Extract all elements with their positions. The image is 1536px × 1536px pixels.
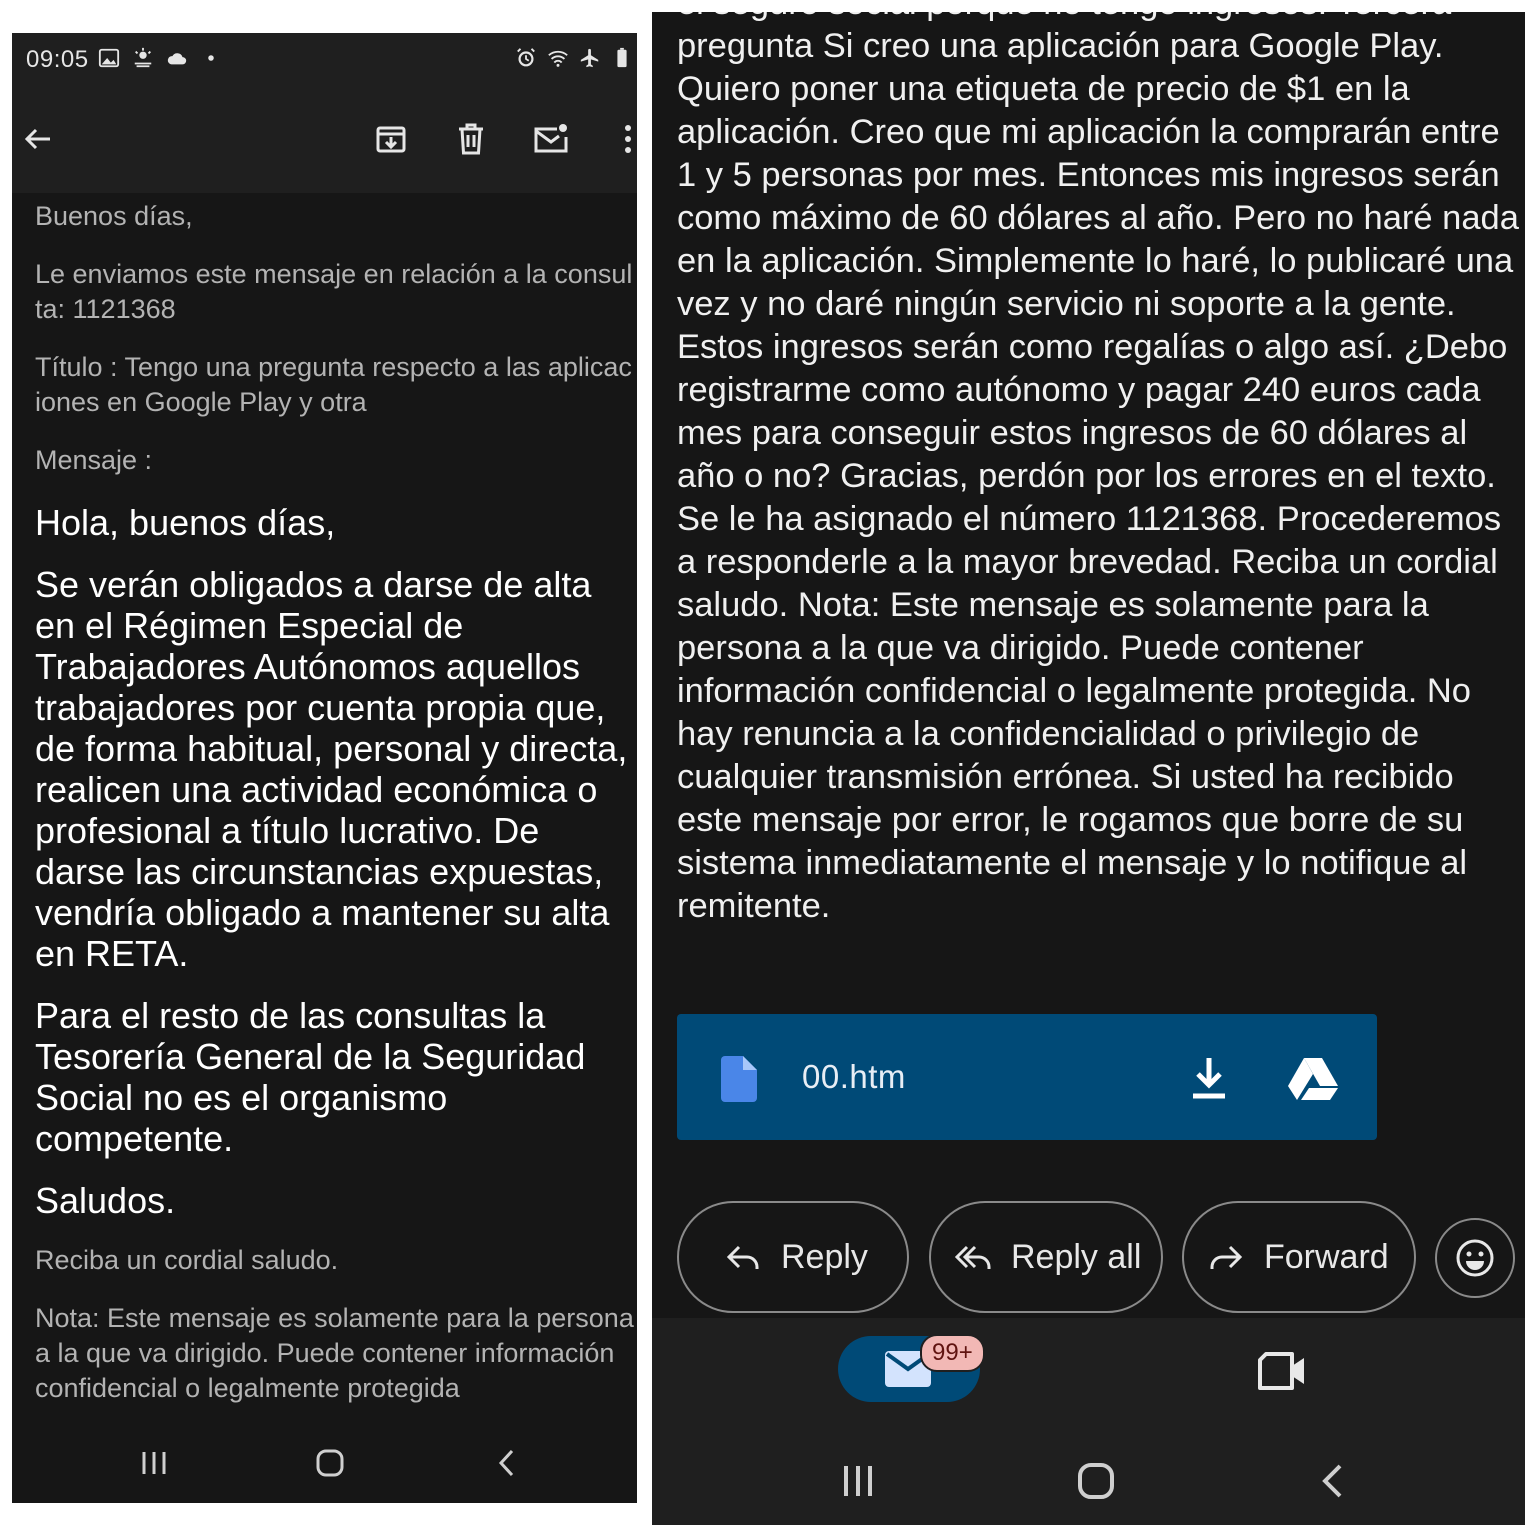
drive-icon[interactable]	[1287, 1056, 1339, 1100]
forward-icon	[1210, 1245, 1243, 1269]
wifi-icon	[548, 50, 568, 67]
recents-icon[interactable]	[835, 1458, 881, 1504]
email-title-line: Título : Tengo una pregunta respecto a l…	[35, 352, 632, 417]
system-nav-bar	[12, 1425, 637, 1503]
left-screenshot: 09:05 Buenos días, Le enviamos este mens…	[12, 33, 637, 1503]
email-toolbar	[12, 89, 637, 193]
reply-all-label: Reply all	[1011, 1237, 1142, 1276]
email-note: Nota: Este mensaje es solamente para la …	[35, 1303, 634, 1403]
home-icon[interactable]	[310, 1443, 350, 1483]
email-intro: Le enviamos este mensaje en relación a l…	[35, 259, 633, 324]
attachment-filename: 00.htm	[802, 1058, 906, 1095]
email-message-label: Mensaje :	[35, 445, 153, 475]
weather-icon	[134, 47, 152, 68]
archive-icon[interactable]	[371, 119, 411, 159]
email-sign: Saludos.	[35, 1180, 176, 1221]
reply-all-icon	[954, 1245, 991, 1269]
email-paragraph-2: Para el resto de las consultas la Tesore…	[35, 995, 586, 1159]
status-bar: 09:05	[12, 33, 637, 89]
cloud-icon	[167, 53, 187, 65]
video-icon[interactable]	[1256, 1351, 1306, 1391]
emoji-icon	[1456, 1239, 1494, 1277]
battery-icon	[617, 47, 627, 68]
reply-icon	[726, 1245, 759, 1269]
forward-button[interactable]: Forward	[1182, 1201, 1416, 1313]
email-greeting: Buenos días,	[35, 201, 193, 231]
emoji-reaction-button[interactable]	[1435, 1218, 1515, 1298]
image-icon	[98, 48, 120, 68]
alarm-icon	[517, 48, 535, 67]
recents-icon[interactable]	[134, 1443, 174, 1483]
mark-unread-icon[interactable]	[531, 119, 571, 159]
right-screenshot: el seguro social porque no tengo ingreso…	[652, 12, 1525, 1525]
home-icon[interactable]	[1073, 1458, 1119, 1504]
reply-all-button[interactable]: Reply all	[929, 1201, 1163, 1313]
email-body-text: el seguro social porque no tengo ingreso…	[677, 12, 1519, 925]
back-icon[interactable]	[1310, 1458, 1356, 1504]
forward-label: Forward	[1264, 1237, 1389, 1276]
email-body: Buenos días, Le enviamos este mensaje en…	[35, 193, 635, 1425]
status-time: 09:05	[26, 46, 89, 73]
more-vert-icon[interactable]	[608, 119, 637, 159]
dot-icon	[208, 55, 214, 61]
file-icon	[721, 1056, 757, 1102]
email-hello: Hola, buenos días,	[35, 502, 336, 543]
bottom-navigation: 99+	[652, 1318, 1525, 1525]
airplane-icon	[580, 48, 599, 68]
download-icon[interactable]	[1187, 1054, 1231, 1100]
attachment-chip[interactable]: 00.htm	[677, 1014, 1377, 1140]
unread-badge: 99+	[920, 1334, 985, 1372]
reply-button[interactable]: Reply	[677, 1201, 909, 1313]
reply-label: Reply	[781, 1237, 868, 1276]
back-icon[interactable]	[487, 1443, 527, 1483]
back-arrow-icon[interactable]	[18, 119, 58, 159]
email-closing: Reciba un cordial saludo.	[35, 1245, 339, 1275]
email-paragraph-1: Se verán obligados a darse de alta en el…	[35, 564, 628, 974]
delete-icon[interactable]	[451, 119, 491, 159]
